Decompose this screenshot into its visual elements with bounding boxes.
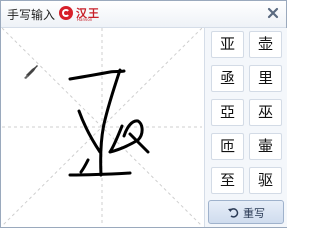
hanvon-logo: 汉王 Hanvon [59,6,117,22]
candidate-1[interactable]: 亚 [211,31,244,58]
candidate-6[interactable]: 巫 [249,99,282,126]
candidate-4[interactable]: 里 [249,65,282,92]
rewrite-button[interactable]: 重写 [208,200,284,224]
writing-area [1,27,203,227]
logo-subtitle: Hanvon [77,17,93,22]
close-button[interactable] [264,4,282,22]
window-title: 手写输入 [7,8,56,22]
candidate-9[interactable]: 至 [211,167,244,194]
candidate-7[interactable]: 匝 [211,133,244,160]
title-bar: 手写输入 汉王 Hanvon [1,1,286,28]
handwriting-canvas[interactable] [1,27,203,227]
candidate-8[interactable]: 壷 [249,133,282,160]
candidate-10[interactable]: 驱 [249,167,282,194]
undo-arrow-icon [228,208,239,218]
logo-mark-icon [59,6,73,20]
candidate-panel: 亚 壶 亟 里 亞 巫 匝 壷 至 驱 重写 [204,28,287,227]
close-icon [267,7,279,19]
rewrite-label: 重写 [243,207,265,220]
handwriting-strokes [68,68,150,177]
candidate-5[interactable]: 亞 [211,99,244,126]
pen-icon [24,65,38,79]
candidate-3[interactable]: 亟 [211,65,244,92]
candidate-2[interactable]: 壶 [249,31,282,58]
handwriting-input-window: 手写输入 汉王 Hanvon 亚 壶 亟 里 亞 巫 匝 壷 至 驱 重写 [0,0,287,228]
